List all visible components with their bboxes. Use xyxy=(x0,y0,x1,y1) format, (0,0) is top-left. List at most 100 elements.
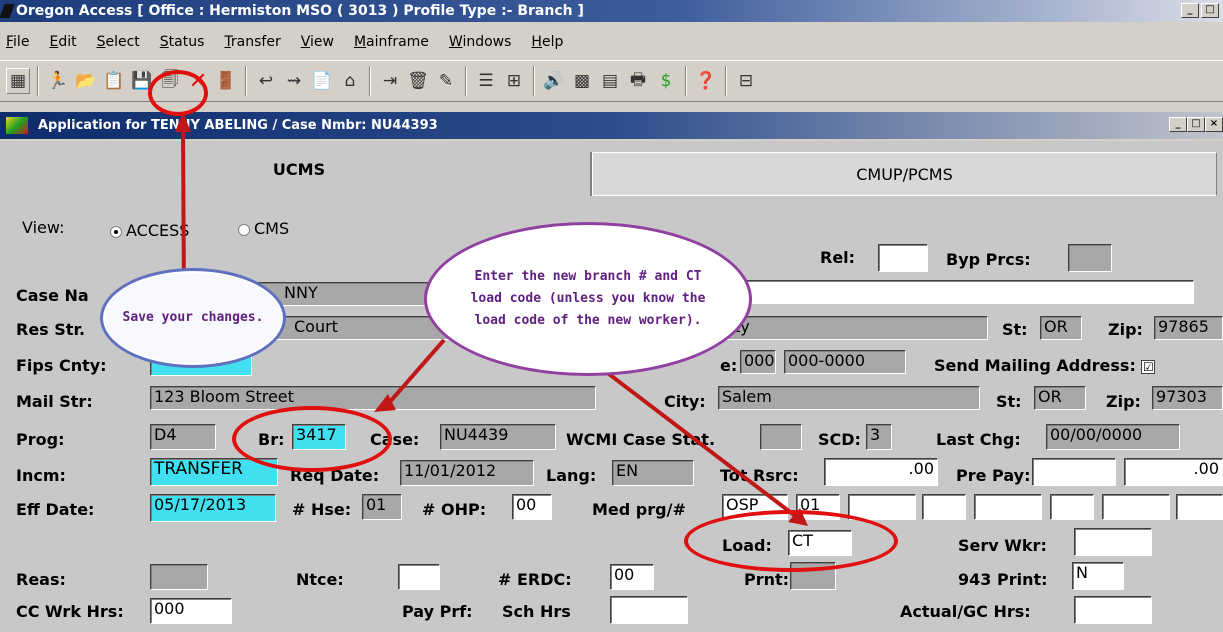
case-number-field[interactable]: NU4439 xyxy=(440,424,556,450)
ohp-field[interactable]: 00 xyxy=(512,494,552,520)
case-name-label: Case Na xyxy=(16,286,89,305)
res-city-field[interactable]: ty xyxy=(720,316,988,340)
printer-icon[interactable]: 🖶 xyxy=(626,68,650,94)
med-prg-extra-2[interactable] xyxy=(922,494,966,520)
mail-str-field[interactable]: 123 Bloom Street xyxy=(150,386,596,410)
tools-icon[interactable]: ✎ xyxy=(434,68,458,94)
rel-field[interactable] xyxy=(878,244,928,272)
actual-gc-hrs-field[interactable] xyxy=(1074,596,1152,624)
app-logo-icon xyxy=(0,4,15,18)
window-controls: _ □ xyxy=(1181,3,1219,18)
tab-cmup-pcms[interactable]: CMUP/PCMS xyxy=(592,152,1217,196)
restore-button[interactable]: □ xyxy=(1201,3,1219,18)
exit-door-icon[interactable]: 🚪 xyxy=(214,68,238,94)
ohp-label: # OHP: xyxy=(422,500,487,519)
med-prg-extra-3[interactable] xyxy=(974,494,1042,520)
lang-label: Lang: xyxy=(546,466,597,485)
menu-mainframe[interactable]: Mainframe xyxy=(354,34,429,58)
folder-open-icon[interactable]: 📂 xyxy=(74,68,98,94)
med-prg-extra-6[interactable] xyxy=(1176,494,1223,520)
prog-field[interactable]: D4 xyxy=(150,424,216,450)
ntce-field[interactable] xyxy=(398,564,440,590)
view-access-option[interactable]: ACCESS xyxy=(110,221,189,241)
undo-icon[interactable]: ↩ xyxy=(254,68,278,94)
form-icon[interactable]: ▦ xyxy=(6,68,30,94)
view-cms-radio[interactable] xyxy=(238,223,250,236)
eff-date-field[interactable]: 05/17/2013 xyxy=(150,494,276,522)
ntce-label: Ntce: xyxy=(296,570,344,589)
toolbar-separator xyxy=(725,66,727,96)
phone-number-field[interactable]: 000-0000 xyxy=(784,350,906,374)
load-highlight-ring xyxy=(684,510,898,572)
mail-city-label: City: xyxy=(664,392,706,411)
view-access-radio[interactable] xyxy=(110,225,122,238)
mail-st-field[interactable]: OR xyxy=(1034,386,1086,410)
import-icon[interactable]: ⇥ xyxy=(378,68,402,94)
route-icon[interactable]: ⇝ xyxy=(282,68,306,94)
minimize-button[interactable]: _ xyxy=(1181,3,1199,18)
reas-field[interactable] xyxy=(150,564,208,590)
sch-hrs-field[interactable] xyxy=(610,596,688,624)
erdc-label: # ERDC: xyxy=(498,570,572,589)
sound-icon[interactable]: 🔊 xyxy=(542,68,566,94)
trash-icon[interactable]: 🗑 xyxy=(406,68,430,94)
report-icon[interactable]: ▤ xyxy=(598,68,622,94)
scd-field[interactable]: 3 xyxy=(866,424,892,450)
app-title: Oregon Access [ Office : Hermiston MSO (… xyxy=(16,3,584,19)
stamp-icon[interactable]: ⌂ xyxy=(338,68,362,94)
hse-field[interactable]: 01 xyxy=(362,494,402,520)
sub-minimize-button[interactable]: _ xyxy=(1169,117,1187,132)
tot-rsrc-field[interactable]: .00 xyxy=(824,458,938,486)
network-icon[interactable]: ⊟ xyxy=(734,68,758,94)
mail-str-label: Mail Str: xyxy=(16,392,93,411)
med-prg-extra-5[interactable] xyxy=(1102,494,1170,520)
prnt-label: Prnt: xyxy=(744,570,790,589)
wcmi-case-stat-field[interactable] xyxy=(760,424,802,450)
case-name-extra-field[interactable] xyxy=(720,280,1194,304)
cc-wrk-hrs-label: CC Wrk Hrs: xyxy=(16,602,124,621)
res-st-field[interactable]: OR xyxy=(1040,316,1082,340)
print-943-field[interactable]: N xyxy=(1072,562,1124,590)
byp-prcs-field[interactable] xyxy=(1068,244,1112,272)
menu-status[interactable]: Status xyxy=(160,34,205,58)
menu-view[interactable]: View xyxy=(301,34,334,58)
lang-field[interactable]: EN xyxy=(612,460,694,486)
menu-transfer[interactable]: Transfer xyxy=(224,34,280,58)
menu-file[interactable]: File xyxy=(6,34,29,58)
med-prg-extra-4[interactable] xyxy=(1050,494,1094,520)
res-zip-field[interactable]: 97865 xyxy=(1154,316,1223,340)
dollar-icon[interactable]: $ xyxy=(654,68,678,94)
tree-icon[interactable]: ⊞ xyxy=(502,68,526,94)
toolbar-separator xyxy=(685,66,687,96)
notes-icon[interactable]: 📋 xyxy=(102,68,126,94)
mail-zip-label: Zip: xyxy=(1106,392,1141,411)
erdc-field[interactable]: 00 xyxy=(610,564,654,590)
grid-icon[interactable]: ▩ xyxy=(570,68,594,94)
pre-pay-field-2[interactable]: .00 xyxy=(1124,458,1223,486)
sub-restore-button[interactable]: □ xyxy=(1187,117,1205,132)
req-date-field[interactable]: 11/01/2012 xyxy=(400,460,534,486)
menu-help[interactable]: Help xyxy=(531,34,563,58)
sub-close-button[interactable]: × xyxy=(1205,117,1223,132)
cc-wrk-hrs-field[interactable]: 000 xyxy=(150,598,232,624)
menu-select[interactable]: Select xyxy=(97,34,140,58)
menu-edit[interactable]: Edit xyxy=(49,34,76,58)
mail-city-field[interactable]: Salem xyxy=(718,386,980,410)
mail-zip-field[interactable]: 97303 xyxy=(1152,386,1223,410)
help-icon[interactable]: ❓ xyxy=(694,68,718,94)
list-icon[interactable]: ☰ xyxy=(474,68,498,94)
last-chg-field[interactable]: 00/00/0000 xyxy=(1046,424,1180,450)
copy-icon[interactable]: 📄 xyxy=(310,68,334,94)
send-mailing-checkbox[interactable]: ☑ xyxy=(1141,359,1156,374)
scd-label: SCD: xyxy=(818,430,861,449)
phone-area-field[interactable]: 000 xyxy=(740,350,776,374)
phone-label: e: xyxy=(720,356,738,375)
tab-ucms[interactable]: UCMS xyxy=(8,150,590,190)
pay-prf-label: Pay Prf: xyxy=(402,602,473,621)
pre-pay-field-1[interactable] xyxy=(1032,458,1116,486)
view-cms-option[interactable]: CMS xyxy=(238,219,289,239)
runner-icon[interactable]: 🏃 xyxy=(46,68,70,94)
serv-wkr-field[interactable] xyxy=(1074,528,1152,556)
toolbar-separator xyxy=(533,66,535,96)
menu-windows[interactable]: Windows xyxy=(449,34,512,58)
